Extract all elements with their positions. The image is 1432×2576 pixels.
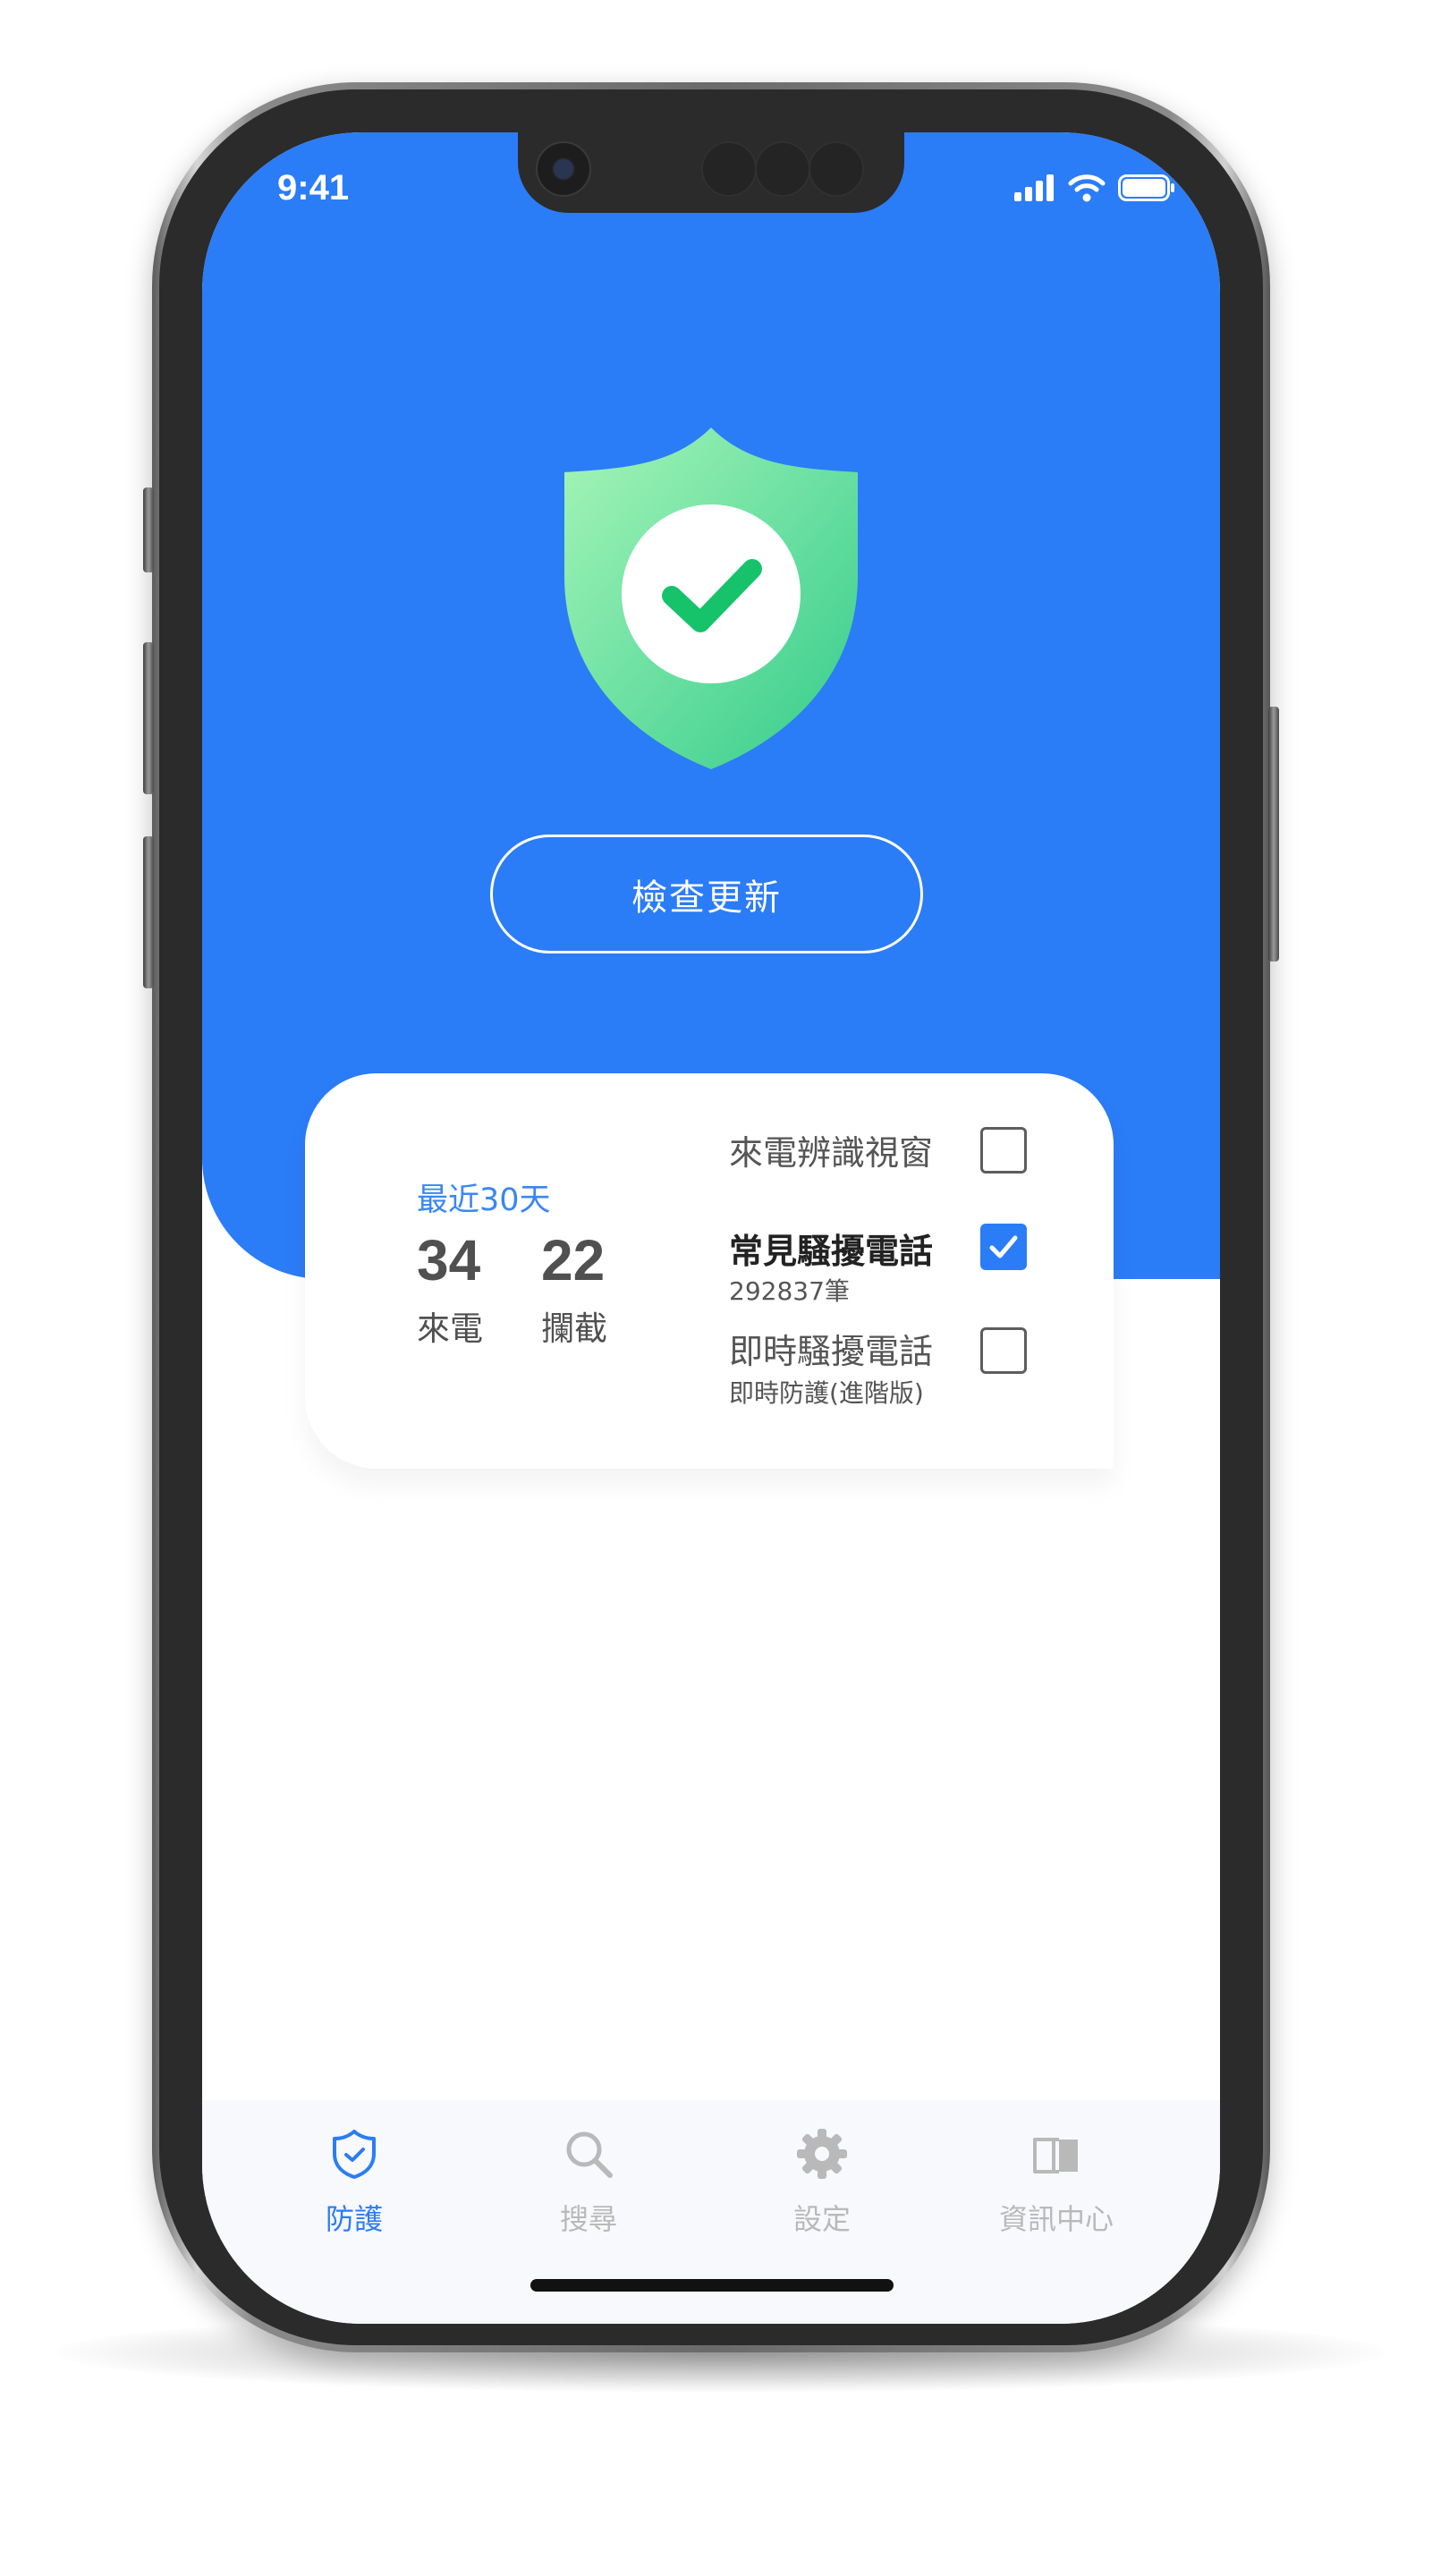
book-icon: [1033, 2138, 1078, 2174]
tab-search[interactable]: 搜尋: [490, 2100, 687, 2270]
option-realtime-spam-label: 即時騷擾電話: [729, 1332, 934, 1371]
signal-icon: [1014, 174, 1054, 201]
mockup-stage: 9:41 檢查更新 最近30天 34 22 來電 攔截 來電辨識視窗 常見騷擾電…: [0, 0, 1432, 2576]
tab-label: 防護: [325, 2202, 383, 2236]
checkmark-icon: [989, 1235, 1018, 1258]
tab-label: 設定: [792, 2202, 851, 2236]
sensor: [809, 141, 864, 197]
shield-check-icon: [333, 2130, 376, 2179]
power-button: [1268, 707, 1279, 962]
blocked-count: 22: [541, 1228, 606, 1292]
common-spam-checkbox[interactable]: [980, 1224, 1027, 1270]
home-indicator[interactable]: [530, 2279, 894, 2292]
wifi-icon: [1068, 174, 1106, 202]
front-camera: [536, 141, 591, 197]
tab-label: 資訊中心: [998, 2202, 1114, 2236]
volume-down-button: [143, 836, 154, 988]
check-update-button[interactable]: 檢查更新: [490, 835, 923, 953]
tab-protection[interactable]: 防護: [256, 2100, 453, 2270]
phone-screen: 9:41 檢查更新 最近30天 34 22 來電 攔截 來電辨識視窗 常見騷擾電…: [202, 132, 1220, 2324]
realtime-spam-checkbox[interactable]: [980, 1327, 1027, 1374]
notch: [518, 132, 904, 213]
blocked-label: 攔截: [541, 1309, 607, 1348]
search-icon: [566, 2131, 613, 2178]
calls-count: 34: [417, 1228, 481, 1292]
stats-period-label: 最近30天: [417, 1182, 551, 1218]
shield-check-icon: [564, 428, 858, 769]
option-common-spam-label: 常見騷擾電話: [729, 1232, 934, 1271]
action-button: [143, 487, 154, 572]
sensor: [755, 141, 810, 197]
tab-info-center[interactable]: 資訊中心: [958, 2100, 1155, 2270]
status-time: 9:41: [277, 168, 350, 208]
option-common-spam-count: 292837筆: [729, 1276, 850, 1306]
protection-card: 最近30天 34 22 來電 攔截 來電辨識視窗 常見騷擾電話 292837筆 …: [305, 1073, 1114, 1469]
gear-icon: [797, 2129, 847, 2179]
tab-label: 搜尋: [559, 2202, 617, 2236]
battery-icon: [1118, 174, 1174, 201]
option-realtime-spam-note: 即時防護(進階版): [729, 1378, 924, 1408]
sensor: [701, 141, 757, 197]
tab-settings[interactable]: 設定: [724, 2100, 920, 2270]
calls-label: 來電: [417, 1309, 483, 1348]
volume-up-button: [143, 642, 154, 794]
status-icons: [1014, 174, 1175, 202]
option-caller-id-window-label: 來電辨識視窗: [729, 1133, 934, 1173]
caller-id-window-checkbox[interactable]: [980, 1127, 1027, 1174]
